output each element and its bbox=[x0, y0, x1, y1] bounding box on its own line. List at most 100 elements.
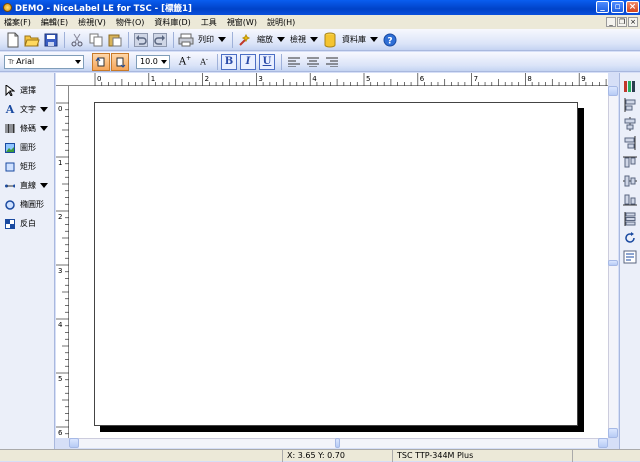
paste-icon[interactable] bbox=[106, 31, 124, 49]
rotate-right-icon[interactable] bbox=[111, 52, 129, 71]
scroll-left-button[interactable] bbox=[69, 438, 79, 448]
tool-select[interactable]: 選擇 bbox=[0, 81, 54, 100]
align-bottom-edges-icon[interactable] bbox=[623, 193, 637, 207]
cut-icon[interactable] bbox=[68, 31, 86, 49]
print-dropdown-icon[interactable] bbox=[218, 37, 226, 42]
app-icon[interactable] bbox=[3, 3, 12, 12]
copy-icon[interactable] bbox=[87, 31, 105, 49]
separator bbox=[128, 31, 129, 48]
text-dropdown-icon[interactable] bbox=[40, 107, 48, 112]
vertical-scrollbar[interactable] bbox=[608, 86, 618, 438]
italic-button[interactable]: I bbox=[240, 53, 256, 70]
separator bbox=[281, 53, 282, 70]
align-horizontal-centers-icon[interactable] bbox=[623, 117, 637, 131]
barcode-dropdown-icon[interactable] bbox=[40, 126, 48, 131]
align-right-edges-icon[interactable] bbox=[623, 136, 637, 150]
new-icon[interactable] bbox=[4, 31, 22, 49]
color-pens-icon[interactable] bbox=[623, 79, 637, 93]
mdi-close-button[interactable]: × bbox=[628, 17, 638, 27]
tool-text[interactable]: A 文字 bbox=[0, 100, 54, 119]
menu-database[interactable]: 資料庫(D) bbox=[154, 17, 190, 28]
distribute-icon[interactable] bbox=[623, 212, 637, 226]
font-size-value: 10.0 bbox=[140, 57, 158, 66]
status-bar: X: 3.65 Y: 0.70 TSC TTP-344M Plus bbox=[0, 449, 640, 462]
format-toolbar: Tr Arial 10.0 A+ A- B I U bbox=[0, 52, 640, 72]
status-message bbox=[0, 450, 282, 462]
database-icon[interactable] bbox=[321, 31, 339, 49]
menu-file[interactable]: 檔案(F) bbox=[4, 17, 31, 28]
menu-window[interactable]: 視窗(W) bbox=[227, 17, 257, 28]
tool-ellipse[interactable]: 橢圓形 bbox=[0, 195, 54, 214]
help-icon[interactable]: ? bbox=[381, 31, 399, 49]
cursor-coordinates: X: 3.65 Y: 0.70 bbox=[282, 449, 392, 462]
tool-label: 選擇 bbox=[20, 86, 36, 95]
ruler-tick-label: 3 bbox=[58, 267, 62, 275]
pointer-icon bbox=[5, 85, 15, 96]
tool-line[interactable]: 直線 bbox=[0, 176, 54, 195]
view-dropdown-icon[interactable] bbox=[310, 37, 318, 42]
horizontal-scrollbar[interactable] bbox=[69, 438, 608, 448]
zoom-icon[interactable] bbox=[236, 31, 254, 49]
menu-view[interactable]: 檢視(V) bbox=[78, 17, 106, 28]
ruler-tick-label: 6 bbox=[58, 429, 63, 437]
mdi-minimize-button[interactable]: _ bbox=[606, 17, 616, 27]
font-name-select[interactable]: Tr Arial bbox=[4, 54, 84, 69]
font-size-select[interactable]: 10.0 bbox=[136, 54, 170, 69]
undo-icon[interactable] bbox=[132, 31, 150, 49]
save-icon[interactable] bbox=[42, 31, 60, 49]
vertical-scroll-thumb[interactable] bbox=[608, 260, 618, 266]
align-vertical-centers-icon[interactable] bbox=[623, 174, 637, 188]
mdi-restore-button[interactable]: ❐ bbox=[617, 17, 627, 27]
align-top-edges-icon[interactable] bbox=[623, 155, 637, 169]
underline-button[interactable]: U bbox=[259, 53, 275, 70]
shrink-font-icon[interactable]: A- bbox=[195, 53, 213, 71]
tool-label: 圖形 bbox=[20, 143, 36, 152]
menu-object[interactable]: 物件(O) bbox=[116, 17, 145, 28]
properties-icon[interactable] bbox=[623, 250, 637, 264]
grow-font-icon[interactable]: A+ bbox=[176, 53, 194, 71]
svg-text:?: ? bbox=[387, 36, 392, 46]
scroll-up-button[interactable] bbox=[608, 86, 618, 96]
view-label[interactable]: 檢視 bbox=[290, 34, 306, 45]
font-size-dropdown-icon[interactable] bbox=[160, 57, 168, 67]
vertical-ruler-scale: 0 1 2 3 4 5 6 bbox=[56, 102, 69, 437]
separator bbox=[217, 53, 218, 70]
rotate-icon[interactable] bbox=[623, 231, 637, 245]
label-canvas[interactable] bbox=[94, 102, 578, 426]
open-icon[interactable] bbox=[23, 31, 41, 49]
zoom-dropdown-icon[interactable] bbox=[277, 37, 285, 42]
database-label[interactable]: 資料庫 bbox=[342, 34, 366, 45]
bold-button[interactable]: B bbox=[221, 53, 237, 70]
printer-name: TSC TTP-344M Plus bbox=[392, 449, 572, 462]
maximize-button[interactable]: ▫ bbox=[611, 1, 624, 13]
font-name-dropdown-icon[interactable] bbox=[74, 57, 82, 67]
horizontal-scroll-thumb[interactable] bbox=[335, 438, 340, 448]
tool-inverse[interactable]: 反白 bbox=[0, 214, 54, 233]
ruler-tick-label: 7 bbox=[474, 75, 478, 83]
close-button[interactable]: × bbox=[626, 1, 639, 13]
scroll-right-button[interactable] bbox=[598, 438, 608, 448]
minimize-button[interactable]: _ bbox=[596, 1, 609, 13]
zoom-label[interactable]: 縮放 bbox=[257, 34, 273, 45]
status-extra bbox=[572, 449, 640, 462]
menu-help[interactable]: 說明(H) bbox=[267, 17, 295, 28]
truetype-icon: Tr bbox=[8, 57, 15, 66]
align-right-icon[interactable] bbox=[323, 53, 341, 71]
redo-icon[interactable] bbox=[151, 31, 169, 49]
ruler-tick-label: 9 bbox=[581, 75, 585, 83]
text-icon: A bbox=[5, 103, 15, 116]
menu-tools[interactable]: 工具 bbox=[201, 17, 217, 28]
tool-rectangle[interactable]: 矩形 bbox=[0, 157, 54, 176]
print-label[interactable]: 列印 bbox=[198, 34, 214, 45]
scroll-down-button[interactable] bbox=[608, 428, 618, 438]
tool-picture[interactable]: 圖形 bbox=[0, 138, 54, 157]
align-center-icon[interactable] bbox=[304, 53, 322, 71]
print-icon[interactable] bbox=[177, 31, 195, 49]
menu-edit[interactable]: 編輯(E) bbox=[41, 17, 68, 28]
tool-barcode[interactable]: 條碼 bbox=[0, 119, 54, 138]
rotate-left-icon[interactable] bbox=[92, 52, 110, 71]
line-dropdown-icon[interactable] bbox=[40, 183, 48, 188]
align-left-icon[interactable] bbox=[285, 53, 303, 71]
database-dropdown-icon[interactable] bbox=[370, 37, 378, 42]
align-left-edges-icon[interactable] bbox=[623, 98, 637, 112]
